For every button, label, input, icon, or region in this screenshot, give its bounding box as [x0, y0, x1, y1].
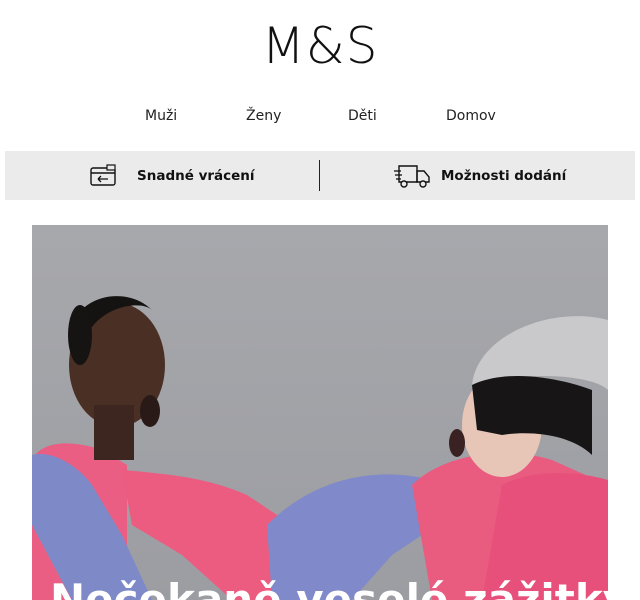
- nav-item-kids[interactable]: Děti: [348, 108, 377, 124]
- returns-card-icon: [89, 161, 129, 191]
- easy-returns-label: Snadné vrácení: [137, 167, 255, 184]
- delivery-truck-icon: [393, 161, 433, 191]
- delivery-options-label: Možnosti dodání: [441, 167, 567, 184]
- brand-logo[interactable]: M&S: [0, 18, 640, 74]
- delivery-options-link[interactable]: Možnosti dodání: [393, 151, 566, 200]
- hero-title: Nečekaně veselé zážitky: [50, 575, 608, 600]
- benefits-bar: Snadné vrácení Možnosti dodání: [5, 151, 635, 200]
- nav-item-home[interactable]: Domov: [446, 108, 496, 124]
- benefits-divider: [319, 160, 320, 191]
- nav-item-men[interactable]: Muži: [145, 108, 177, 124]
- easy-returns-link[interactable]: Snadné vrácení: [89, 151, 255, 200]
- hero-banner[interactable]: Nečekaně veselé zážitky: [32, 225, 608, 600]
- hero-image: [32, 225, 608, 600]
- main-navigation: Muži Ženy Děti Domov: [0, 108, 640, 130]
- nav-item-women[interactable]: Ženy: [246, 108, 281, 124]
